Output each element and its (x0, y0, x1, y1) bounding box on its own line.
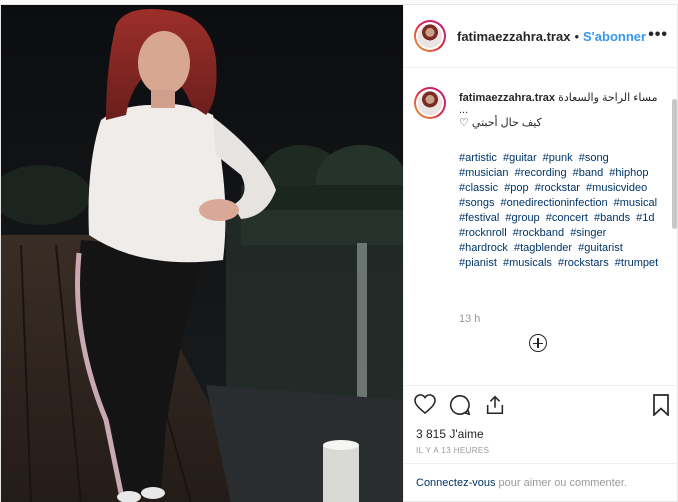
heart-icon[interactable] (414, 394, 436, 416)
post-date[interactable]: IL Y A 13 HEURES (416, 446, 489, 455)
caption-line-2: ♡ كيف حال أحبتي (459, 117, 542, 129)
hashtag-link[interactable]: #onedirectioninfection (501, 197, 608, 209)
hashtag-link[interactable]: #hiphop (609, 167, 648, 179)
hashtag-link[interactable]: #musicals (503, 257, 552, 269)
author-avatar[interactable] (414, 20, 446, 52)
hashtag-link[interactable]: #tagblender (514, 242, 572, 254)
comment-icon[interactable] (449, 394, 471, 416)
login-prompt-text: pour aimer ou commenter. (495, 477, 627, 489)
comments-section[interactable]: fatimaezzahra.trax مساء الراحة والسعادة … (404, 69, 678, 385)
hashtag-link[interactable]: #musician (459, 167, 509, 179)
more-options-icon[interactable]: ••• (648, 27, 668, 43)
hashtag-link[interactable]: #songs (459, 197, 494, 209)
post-photo[interactable] (1, 5, 403, 502)
hashtag-link[interactable]: #concert (546, 212, 588, 224)
follow-button[interactable]: S'abonner (583, 29, 646, 44)
share-icon[interactable] (484, 394, 506, 416)
hashtag-link[interactable]: #rockstars (558, 257, 609, 269)
login-prompt: Connectez-vous pour aimer ou commenter. (404, 463, 678, 502)
hashtag-link[interactable]: #recording (515, 167, 567, 179)
hashtag-link[interactable]: #pop (504, 182, 528, 194)
author-username[interactable]: fatimaezzahra.trax (457, 29, 570, 44)
hashtag-link[interactable]: #guitarist (578, 242, 623, 254)
hashtag-link[interactable]: #guitar (503, 152, 537, 164)
bookmark-icon[interactable] (652, 394, 670, 416)
like-count[interactable]: 3 815 J'aime (416, 427, 484, 441)
caption-ellipsis: ... (459, 104, 469, 116)
hashtag-link[interactable]: #pianist (459, 257, 497, 269)
hashtag-link[interactable]: #1d (636, 212, 654, 224)
hashtag-link[interactable]: #song (579, 152, 609, 164)
caption-username[interactable]: fatimaezzahra.trax (459, 92, 555, 104)
post-card: fatimaezzahra.trax • S'abonner ••• fatim… (0, 4, 678, 502)
post-header: fatimaezzahra.trax • S'abonner ••• (404, 5, 678, 68)
hashtag-link[interactable]: #festival (459, 212, 499, 224)
hashtag-link[interactable]: #musicvideo (586, 182, 647, 194)
hashtag-link[interactable]: #trumpet (615, 257, 658, 269)
side-panel: fatimaezzahra.trax • S'abonner ••• fatim… (403, 5, 678, 502)
hashtag-link[interactable]: #rockstar (535, 182, 580, 194)
hashtag-link[interactable]: #hardrock (459, 242, 508, 254)
caption-avatar[interactable] (414, 87, 446, 119)
comments-scrollbar[interactable] (672, 99, 677, 229)
hashtag-link[interactable]: #bands (594, 212, 630, 224)
action-bar: 3 815 J'aime IL Y A 13 HEURES (404, 385, 678, 463)
hashtag-link[interactable]: #classic (459, 182, 498, 194)
photo-illustration (1, 5, 403, 502)
hashtag-list: #artistic #guitar #punk #song #musician … (459, 151, 664, 271)
hashtag-link[interactable]: #singer (570, 227, 606, 239)
hashtag-link[interactable]: #artistic (459, 152, 497, 164)
load-more-comments-icon[interactable] (529, 334, 547, 352)
separator-dot: • (574, 28, 580, 44)
hashtag-link[interactable]: #rockband (513, 227, 564, 239)
hashtag-link[interactable]: #musical (614, 197, 657, 209)
hashtag-link[interactable]: #band (573, 167, 604, 179)
hashtag-link[interactable]: #group (505, 212, 539, 224)
caption-time[interactable]: 13 h (459, 313, 480, 325)
login-link[interactable]: Connectez-vous (416, 477, 496, 489)
hashtag-link[interactable]: #rocknroll (459, 227, 507, 239)
caption-text: fatimaezzahra.trax مساء الراحة والسعادة … (459, 91, 659, 131)
caption-line-1: مساء الراحة والسعادة (558, 92, 658, 104)
hashtag-link[interactable]: #punk (543, 152, 573, 164)
